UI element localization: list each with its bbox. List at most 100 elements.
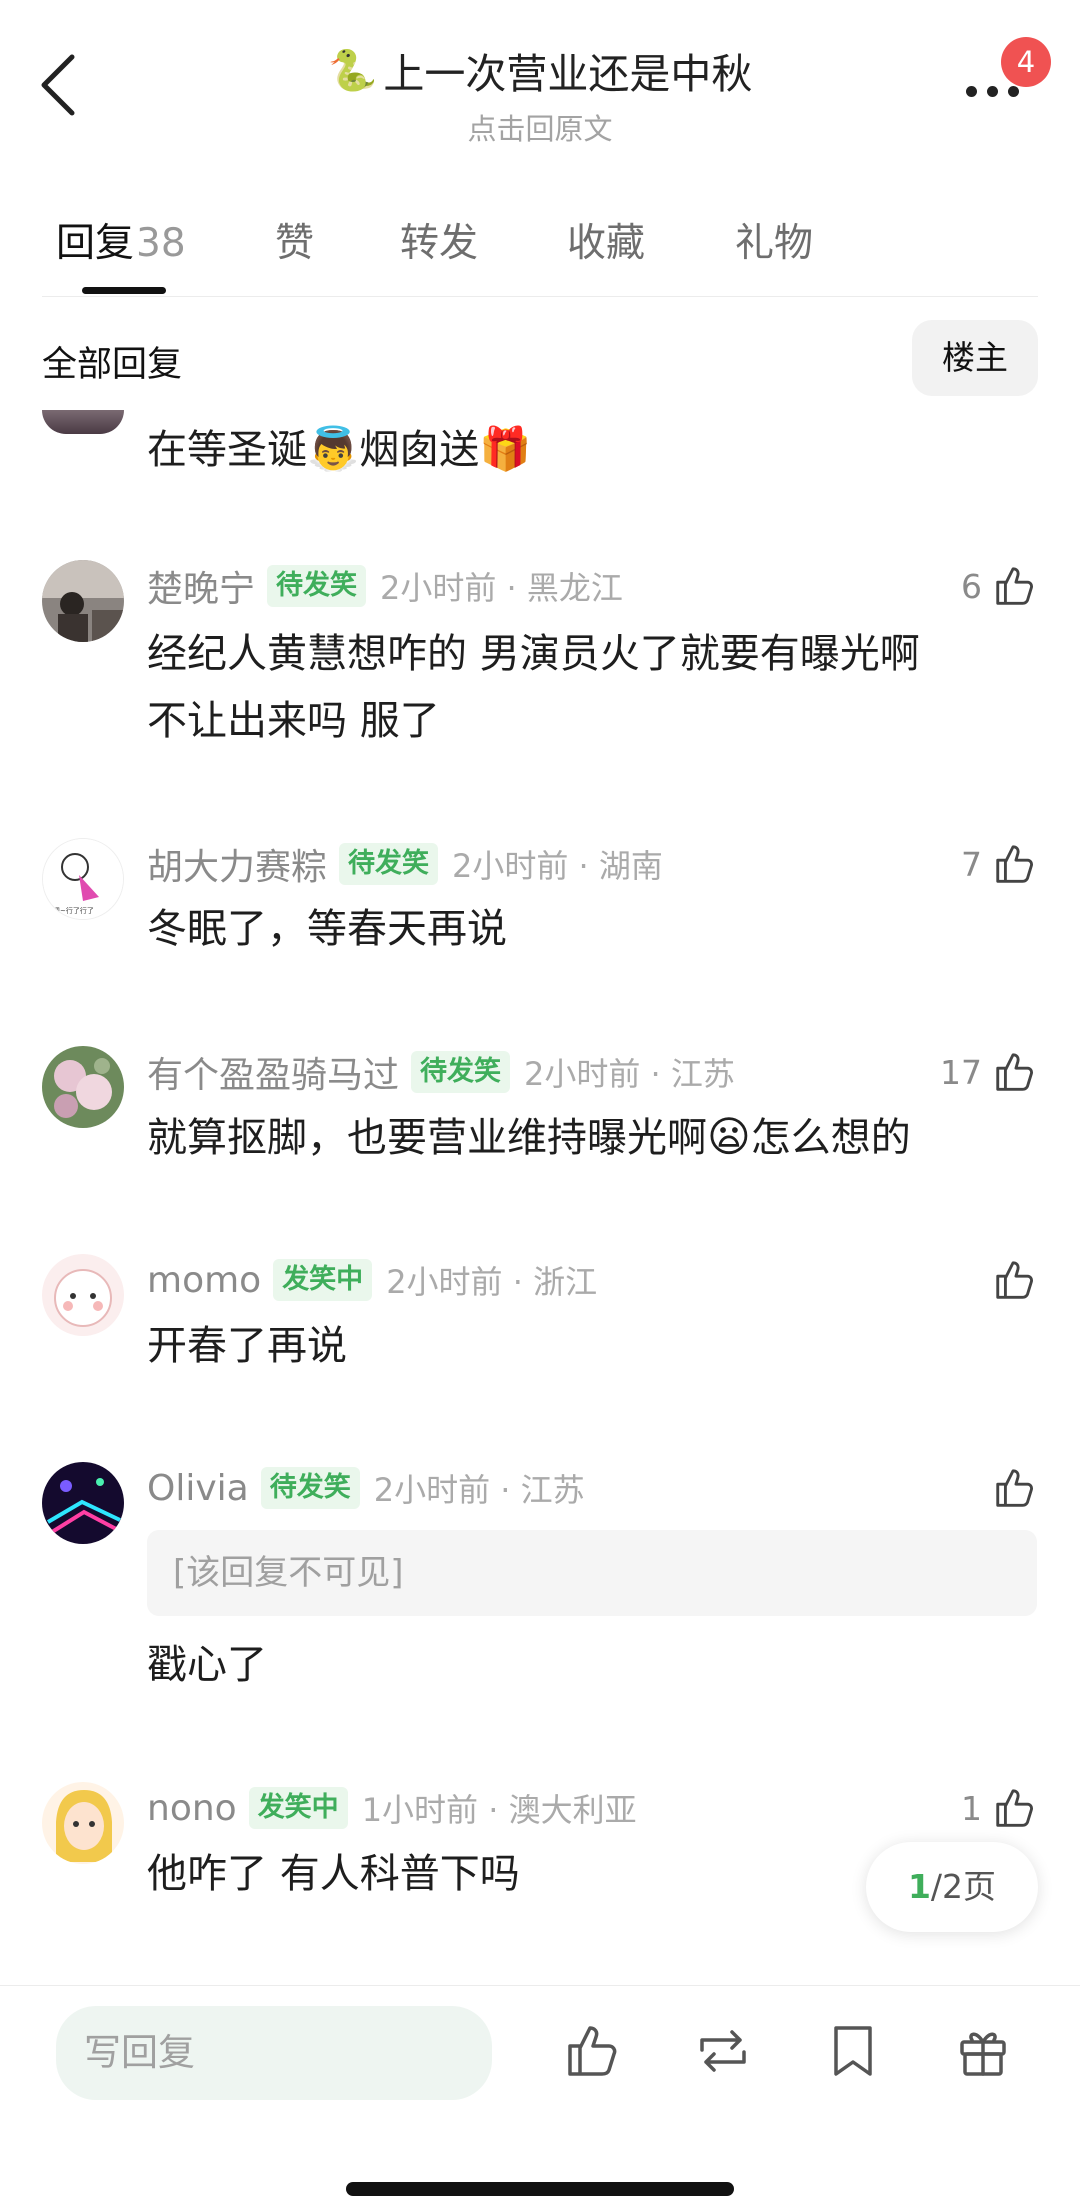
like-count: 6 xyxy=(961,566,982,606)
repost-icon[interactable] xyxy=(692,2020,754,2082)
comment-text: 就算抠脚，也要营业维持曝光啊😦怎么想的 xyxy=(147,1104,911,1171)
quoted-reply-box: [该回复不可见] xyxy=(147,1530,1037,1616)
avatar[interactable] xyxy=(42,410,124,434)
thumbs-up-icon[interactable] xyxy=(562,2020,624,2082)
back-to-original-link[interactable]: 点击回原文 xyxy=(240,106,840,148)
username[interactable]: 楚晚宁 xyxy=(147,560,255,612)
tab-replies-count: 38 xyxy=(136,221,186,266)
more-icon-dot xyxy=(987,86,998,97)
thumbs-up-icon xyxy=(996,567,1033,605)
username[interactable]: momo xyxy=(147,1260,261,1301)
comment-text: 开春了再说 xyxy=(147,1323,347,1369)
like-button[interactable] xyxy=(982,1463,1038,1513)
tab-replies[interactable]: 回复38 xyxy=(56,212,186,268)
comment-text: 他咋了 有人科普下吗 xyxy=(147,1851,520,1897)
username[interactable]: 有个盈盈骑马过 xyxy=(147,1046,399,1098)
user-status-tag: 待发笑 xyxy=(411,1051,511,1093)
comment-text-segment: 就算抠脚，也要营业维持曝光啊 xyxy=(147,1115,707,1161)
thumbs-up-icon xyxy=(996,1469,1033,1507)
bookmark-icon[interactable] xyxy=(822,2020,884,2082)
tab-likes[interactable]: 赞 xyxy=(275,212,314,268)
avatar-flowers xyxy=(42,1046,124,1128)
tab-replies-label: 回复 xyxy=(56,221,135,266)
comment-text: 在等圣诞👼烟囱送🎁 xyxy=(147,416,532,483)
user-status-tag: 待发笑 xyxy=(260,1467,360,1509)
comment-text-line-2: 不让出来吗 服了 xyxy=(147,698,440,744)
username[interactable]: nono xyxy=(147,1788,237,1829)
thumbs-up-icon xyxy=(996,1053,1033,1091)
comment-meta: 有个盈盈骑马过 待发笑 2小时前 · 江苏 xyxy=(147,1047,735,1097)
username[interactable]: Olivia xyxy=(147,1468,249,1509)
owner-only-filter-button[interactable]: 楼主 xyxy=(912,320,1038,396)
comment-text-segment: 怎么想的 xyxy=(750,1115,911,1161)
back-button[interactable] xyxy=(30,45,90,125)
user-status-tag: 待发笑 xyxy=(267,565,367,607)
tab-bar: 回复38 赞 转发 收藏 礼物 xyxy=(0,196,1080,296)
avatar-cartoon xyxy=(42,1254,124,1336)
divider xyxy=(42,296,1038,297)
like-count: 7 xyxy=(961,844,982,884)
avatar-photo xyxy=(42,560,124,642)
avatar-neon xyxy=(42,1462,124,1544)
comment-meta: 楚晚宁 待发笑 2小时前 · 黑龙江 xyxy=(147,561,623,611)
like-button[interactable]: 7 xyxy=(961,839,1038,889)
like-button[interactable]: 6 xyxy=(961,561,1038,611)
thumbs-up-icon xyxy=(996,1789,1033,1827)
like-count: 17 xyxy=(940,1052,982,1092)
user-status-tag: 发笑中 xyxy=(248,1787,348,1829)
tab-reposts[interactable]: 转发 xyxy=(400,212,478,268)
reply-input[interactable]: 写回复 xyxy=(56,2006,492,2100)
comment-text-segment: 烟囱送 xyxy=(359,427,480,473)
comment-text-segment: 在等圣诞 xyxy=(147,427,307,473)
more-icon-dot xyxy=(1008,86,1019,97)
comment-time-location: 2小时前 · 江苏 xyxy=(524,1055,735,1093)
comment-text: 经纪人黄慧想咋的 男演员火了就要有曝光啊 xyxy=(147,631,920,677)
post-title-area[interactable]: 🐍 上一次营业还是中秋 点击回原文 xyxy=(240,40,840,148)
comment-time-location: 2小时前 · 湖南 xyxy=(452,847,663,885)
avatar[interactable] xyxy=(42,1462,124,1544)
thumbs-up-icon xyxy=(996,845,1033,883)
avatar[interactable] xyxy=(42,1254,124,1336)
avatar[interactable] xyxy=(42,560,124,642)
divider xyxy=(0,1985,1080,1986)
gift-icon[interactable] xyxy=(952,2020,1014,2082)
thumbs-up-icon xyxy=(996,1261,1033,1299)
comment-time-location: 2小时前 · 浙江 xyxy=(386,1263,598,1301)
tab-favorites[interactable]: 收藏 xyxy=(567,212,645,268)
avatar[interactable] xyxy=(42,1782,124,1864)
like-button[interactable] xyxy=(982,1255,1038,1305)
current-page: 1 xyxy=(907,1867,931,1906)
notification-badge: 4 xyxy=(1001,37,1051,87)
comment-time-location: 1小时前 · 澳大利亚 xyxy=(361,1791,637,1829)
frowning-face-emoji-icon: 😦 xyxy=(707,1112,751,1161)
angel-emoji-icon: 👼 xyxy=(307,424,360,473)
like-count: 1 xyxy=(961,1788,982,1828)
comment-meta: Olivia 待发笑 2小时前 · 江苏 xyxy=(147,1463,585,1513)
comment-meta: 胡大力赛粽 待发笑 2小时前 · 湖南 xyxy=(147,839,663,889)
home-indicator[interactable] xyxy=(346,2182,734,2196)
comment-text: 冬眠了，等春天再说 xyxy=(147,906,507,952)
active-tab-indicator xyxy=(82,287,166,294)
like-button[interactable]: 1 xyxy=(961,1783,1038,1833)
avatar[interactable] xyxy=(42,1046,124,1128)
snake-emoji-icon: 🐍 xyxy=(327,47,378,94)
avatar-cartoon: 嗯~行了行了 xyxy=(43,839,123,919)
username[interactable]: 胡大力赛粽 xyxy=(147,838,327,890)
avatar-caption: 嗯~行了行了 xyxy=(53,906,94,915)
comment-meta: nono 发笑中 1小时前 · 澳大利亚 xyxy=(147,1783,637,1833)
page-indicator[interactable]: 1/2页 xyxy=(866,1842,1038,1932)
user-status-tag: 待发笑 xyxy=(339,843,439,885)
comment-time-location: 2小时前 · 江苏 xyxy=(373,1471,585,1509)
gift-emoji-icon: 🎁 xyxy=(479,424,532,473)
back-arrow-icon xyxy=(41,54,75,116)
like-button[interactable]: 17 xyxy=(940,1047,1038,1097)
avatar[interactable]: 嗯~行了行了 xyxy=(42,838,124,920)
tab-gifts[interactable]: 礼物 xyxy=(735,212,813,268)
total-pages: /2页 xyxy=(930,1867,997,1906)
all-replies-heading: 全部回复 xyxy=(42,345,183,385)
post-title: 上一次营业还是中秋 xyxy=(383,50,753,98)
top-navigation-bar: 🐍 上一次营业还是中秋 点击回原文 4 xyxy=(0,0,1080,160)
comment-time-location: 2小时前 · 黑龙江 xyxy=(380,569,623,607)
comment-meta: momo 发笑中 2小时前 · 浙江 xyxy=(147,1255,597,1305)
comment-text: 戳心了 xyxy=(147,1642,267,1688)
